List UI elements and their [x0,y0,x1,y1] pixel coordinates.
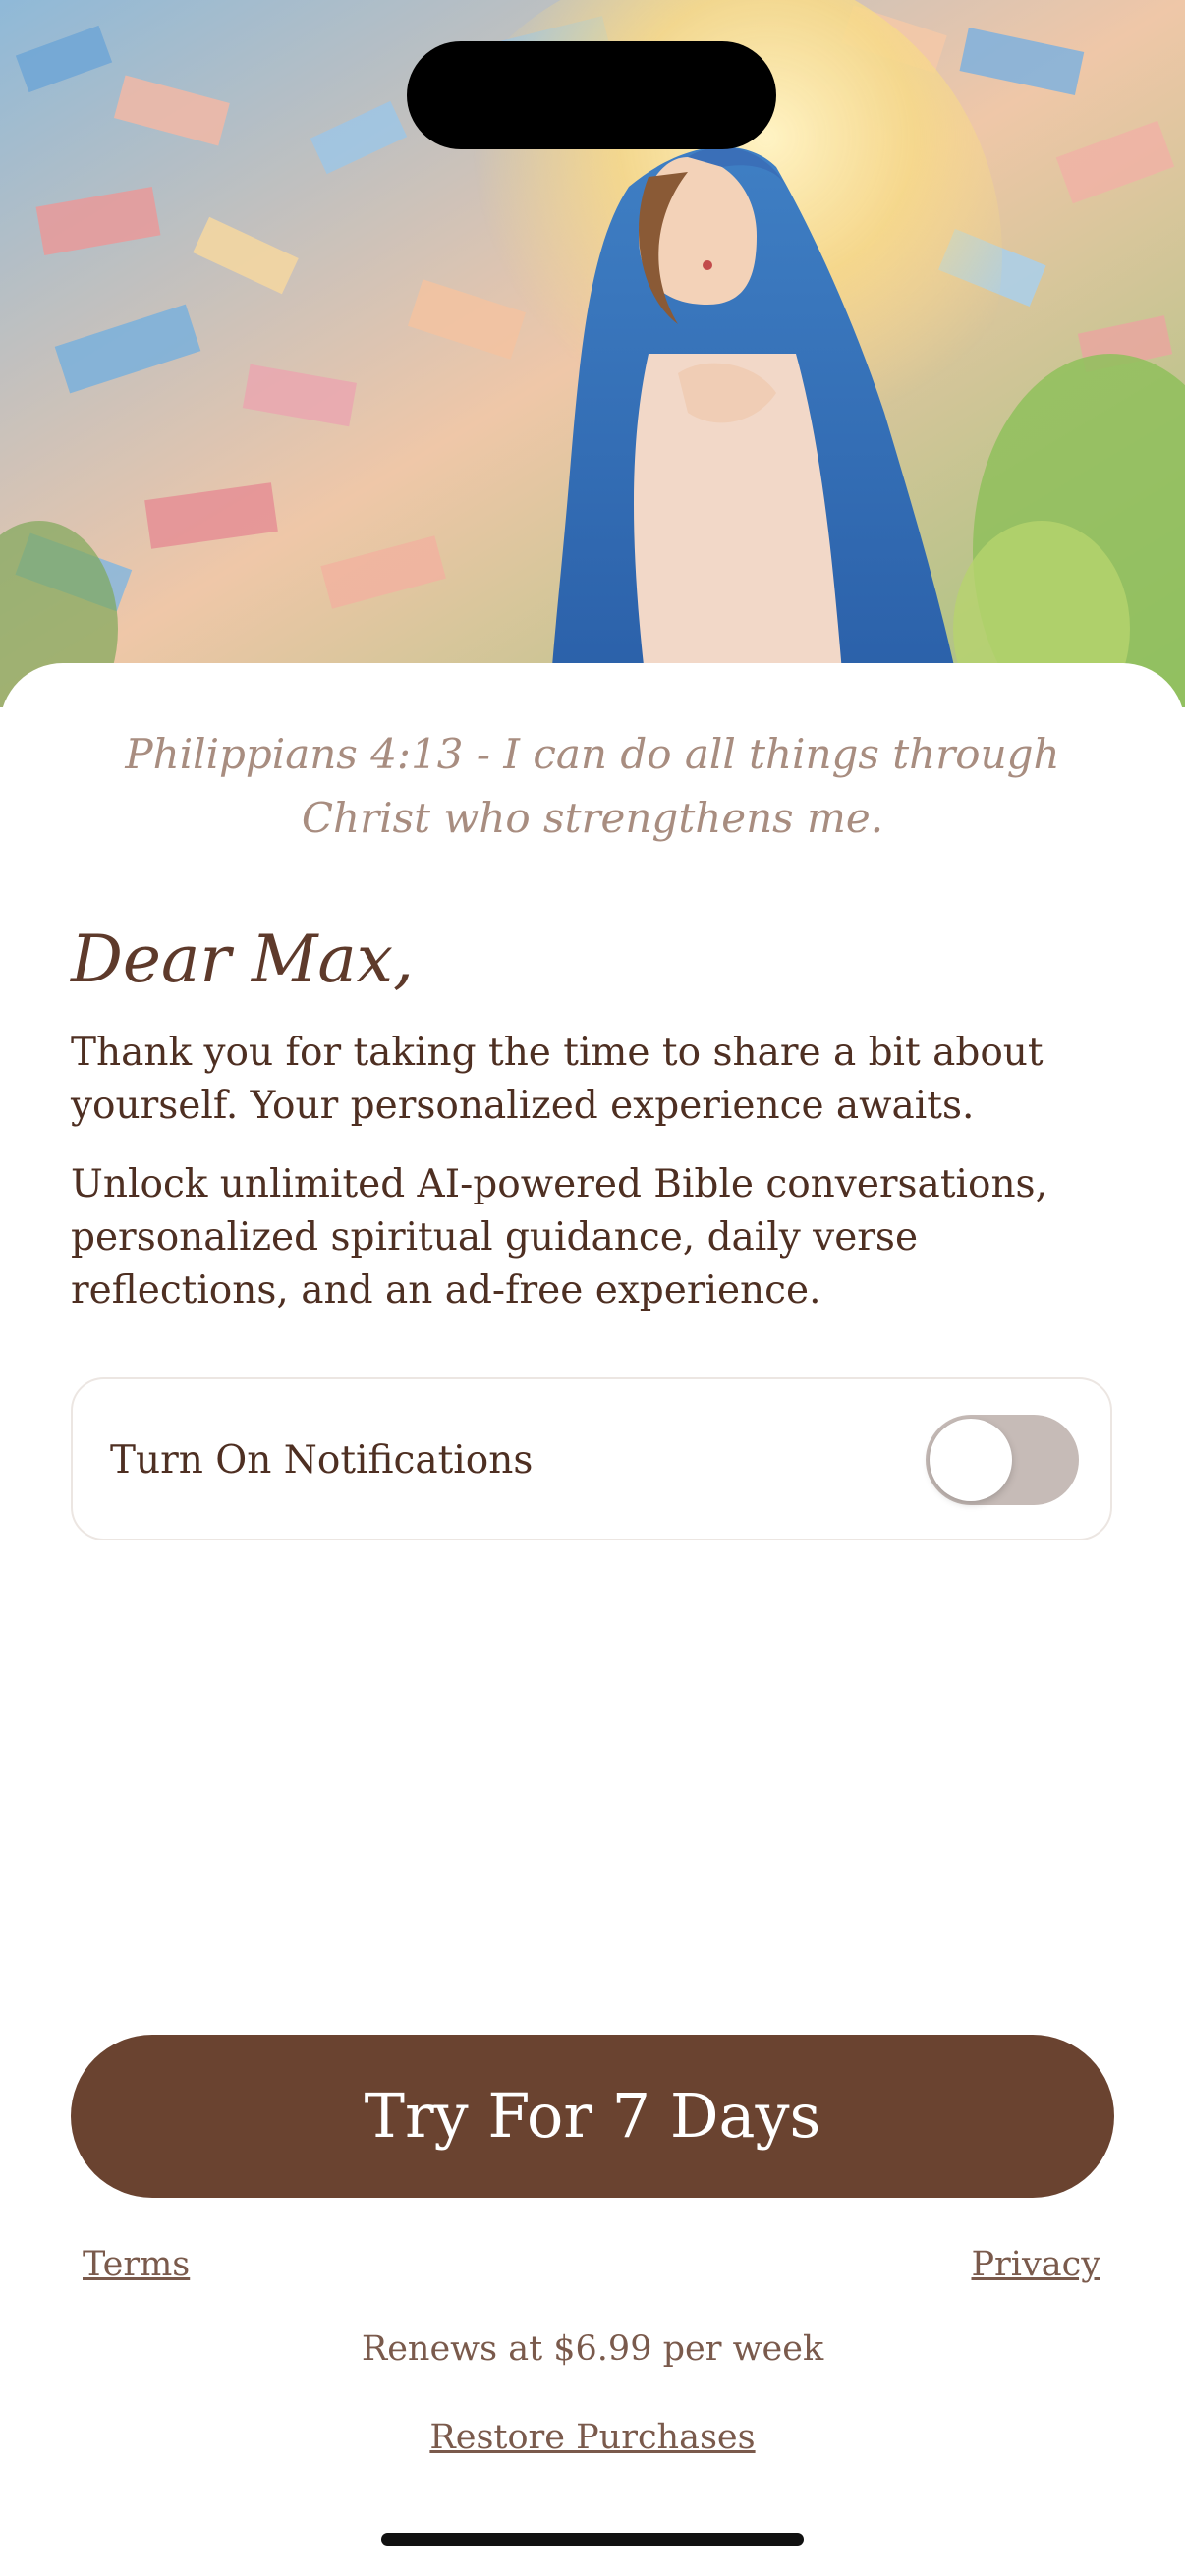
terms-link[interactable]: Terms [83,2241,190,2288]
renewal-text: Renews at $6.99 per week [361,2329,824,2369]
dynamic-island [407,41,776,149]
unlock-description: Unlock unlimited AI-powered Bible conver… [71,1162,1047,1313]
notifications-card: Turn On Notifications [71,1377,1112,1540]
greeting-title: Dear Max, [71,922,414,997]
notifications-toggle[interactable] [926,1415,1079,1505]
restore-purchases-link[interactable]: Restore Purchases [0,2414,1185,2461]
paywall-sheet: Philippians 4:13 - I can do all things t… [0,663,1185,2576]
privacy-link[interactable]: Privacy [972,2241,1101,2288]
thank-you-text: Thank you for taking the time to share a… [71,1031,1044,1128]
home-indicator [381,2533,804,2546]
try-trial-button[interactable]: Try For 7 Days [71,2035,1114,2198]
toggle-knob [930,1419,1012,1501]
bible-verse: Philippians 4:13 - I can do all things t… [125,730,1060,842]
paywall-screen: Philippians 4:13 - I can do all things t… [0,0,1185,2576]
notifications-label: Turn On Notifications [110,1438,534,1483]
